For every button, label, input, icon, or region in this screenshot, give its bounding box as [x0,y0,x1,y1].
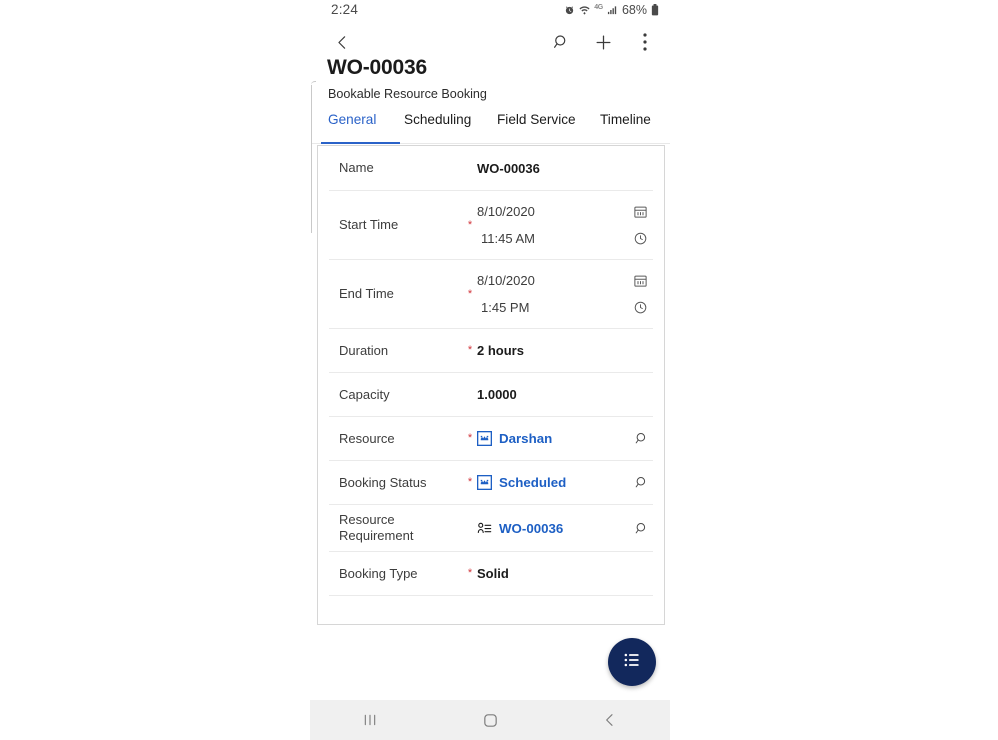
clock-icon[interactable] [631,230,649,248]
app-bar [310,26,670,58]
bookable-resource-icon [476,430,493,447]
lookup-text[interactable]: Scheduled [499,475,566,490]
time-line[interactable]: 1:45 PM [477,299,653,317]
field-label: Capacity [339,386,390,402]
date-value[interactable]: 8/10/2020 [477,204,535,219]
home-button[interactable] [460,700,520,740]
form-row-booking-status[interactable]: Booking Status * Scheduled [329,461,653,505]
tab-field-service[interactable]: Field Service [497,112,576,132]
battery-icon [651,4,659,16]
nav-back-button[interactable] [580,700,640,740]
related-records-fab[interactable] [608,638,656,686]
lookup-value[interactable]: Darshan [476,430,631,447]
wifi-icon [579,5,590,16]
required-marker: * [467,218,473,231]
field-value[interactable]: Solid [477,566,653,581]
required-marker: * [467,287,473,300]
tab-timeline[interactable]: Timeline [600,112,651,132]
battery-percent-label: 68% [621,3,647,17]
lookup-search-icon[interactable] [631,473,651,493]
lookup-search-icon[interactable] [631,429,651,449]
phone-screen: 2:24 4G 68% WO-00036 Bookable Resource B… [310,0,670,740]
back-button[interactable] [327,27,357,57]
form-row-duration[interactable]: Duration * 2 hours [329,329,653,373]
tab-scheduling[interactable]: Scheduling [404,112,471,132]
required-marker: * [467,476,473,488]
status-bar-indicators: 4G 68% [564,3,659,17]
required-marker: * [467,432,473,444]
lookup-value[interactable]: Scheduled [476,474,631,491]
field-label: Duration [339,342,389,358]
field-label: Start Time [339,217,399,232]
status-bar-clock: 2:24 [331,2,359,17]
form-row-booking-type[interactable]: Booking Type * Solid [329,552,653,596]
booking-status-icon [476,474,493,491]
list-menu-icon [622,650,642,675]
field-value[interactable]: 2 hours [477,343,653,358]
form-row-resource-requirement[interactable]: Resource Requirement WO-00036 [329,505,653,552]
form-row-name[interactable]: Name WO-00036 [329,146,653,191]
field-value[interactable]: 1.0000 [477,387,653,402]
time-line[interactable]: 11:45 AM [477,230,653,248]
field-label: Name [339,160,374,175]
date-line[interactable]: 8/10/2020 [477,203,653,221]
form-card: Name WO-00036 Start Time * 8/10/2020 11:… [317,145,665,625]
field-value-datetime: 8/10/2020 1:45 PM [477,272,653,317]
required-marker: * [467,344,473,356]
form-row-resource[interactable]: Resource * Darshan [329,417,653,461]
field-value[interactable]: WO-00036 [477,161,653,176]
status-bar: 2:24 4G 68% [310,0,670,26]
field-label: Booking Type [339,565,418,581]
time-value[interactable]: 11:45 AM [477,231,535,246]
tab-strip: General Scheduling Field Service Timelin… [310,112,670,144]
resource-requirement-icon [477,521,492,536]
lookup-value[interactable]: WO-00036 [477,521,631,536]
required-marker: * [467,567,473,579]
calendar-icon[interactable] [631,272,649,290]
signal-bars-icon [607,5,618,16]
more-options-icon[interactable] [630,27,660,57]
recents-button[interactable] [340,700,400,740]
lookup-text[interactable]: Darshan [499,431,552,446]
field-label: Resource Requirement [339,512,414,543]
search-icon[interactable] [546,27,576,57]
android-nav-bar [310,700,670,740]
network-4g-icon: 4G [594,3,603,11]
lookup-text[interactable]: WO-00036 [499,521,563,536]
field-value-datetime: 8/10/2020 11:45 AM [477,203,653,248]
form-row-start-time[interactable]: Start Time * 8/10/2020 11:45 AM [329,191,653,260]
page-title: WO-00036 [327,56,427,79]
clock-icon[interactable] [631,299,649,317]
tab-general[interactable]: General [328,112,376,132]
date-line[interactable]: 8/10/2020 [477,272,653,290]
lookup-search-icon[interactable] [631,518,651,538]
entity-name-label: Bookable Resource Booking [328,87,487,101]
form-row-end-time[interactable]: End Time * 8/10/2020 1:45 PM [329,260,653,329]
field-label: Resource [339,430,395,446]
app-bar-actions [546,27,660,57]
field-label: Booking Status [339,474,427,490]
field-label: End Time [339,286,394,301]
date-value[interactable]: 8/10/2020 [477,273,535,288]
tab-active-indicator [321,142,400,144]
calendar-icon[interactable] [631,203,649,221]
time-value[interactable]: 1:45 PM [477,300,529,315]
form-row-capacity[interactable]: Capacity 1.0000 [329,373,653,417]
scroll-edge-indicator [311,81,316,233]
alarm-icon [564,5,575,16]
add-icon[interactable] [588,27,618,57]
form-field-list: Name WO-00036 Start Time * 8/10/2020 11:… [318,146,664,596]
